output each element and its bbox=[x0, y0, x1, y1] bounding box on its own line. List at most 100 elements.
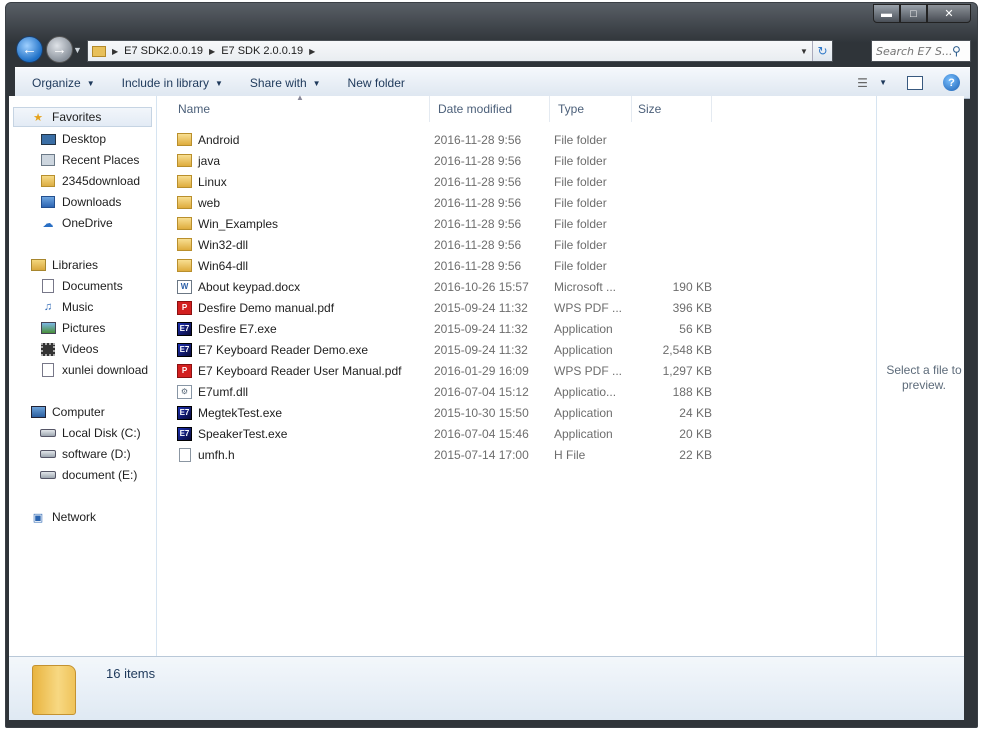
chevron-right-icon[interactable]: ▶ bbox=[209, 47, 215, 56]
file-size: 22 KB bbox=[679, 447, 712, 462]
file-name-cell: java bbox=[177, 150, 424, 171]
file-name-cell: E7 Desfire E7.exe bbox=[177, 318, 424, 339]
refresh-icon[interactable]: ↻ bbox=[812, 41, 832, 61]
organize-button[interactable]: Organize ▼ bbox=[23, 76, 104, 90]
sidebar-item-documents[interactable]: Documents bbox=[9, 276, 156, 296]
file-name: Linux bbox=[198, 174, 227, 189]
sidebar-item-onedrive[interactable]: ☁ OneDrive bbox=[9, 213, 156, 233]
folder-icon bbox=[177, 133, 192, 146]
file-list: ▲ Name Date modified Type Size Android 20… bbox=[158, 93, 876, 656]
file-row[interactable]: E7 MegtekTest.exe 2015-10-30 15:50 Applicat… bbox=[170, 402, 712, 423]
search-input[interactable] bbox=[872, 44, 952, 58]
file-date-modified: 2016-11-28 9:56 bbox=[434, 258, 522, 273]
file-row[interactable]: Win32-dll 2016-11-28 9:56 File folder bbox=[170, 234, 710, 255]
sidebar-item-local-disk-c[interactable]: Local Disk (C:) bbox=[9, 423, 156, 443]
column-header-type[interactable]: Type bbox=[552, 96, 632, 122]
file-row[interactable]: Linux 2016-11-28 9:56 File folder bbox=[170, 171, 710, 192]
view-options-icon[interactable]: ☰ bbox=[857, 76, 873, 90]
file-row[interactable]: umfh.h 2015-07-14 17:00 H File 22 KB bbox=[170, 444, 712, 465]
address-bar[interactable]: ▶ E7 SDK2.0.0.19 ▶ E7 SDK 2.0.0.19 ▶ ▼ ↻ bbox=[87, 40, 833, 62]
item-count: 16 items bbox=[106, 666, 156, 681]
file-size: 2,548 KB bbox=[662, 342, 712, 357]
file-row[interactable]: E7 SpeakerTest.exe 2016-07-04 15:46 Applica… bbox=[170, 423, 712, 444]
file-row[interactable]: Android 2016-11-28 9:56 File folder bbox=[170, 129, 710, 150]
file-row[interactable]: P Desfire Demo manual.pdf 2015-09-24 11:32… bbox=[170, 297, 712, 318]
file-size bbox=[630, 234, 712, 255]
sidebar-item-recent-places[interactable]: Recent Places bbox=[9, 150, 156, 170]
chevron-right-icon[interactable]: ▶ bbox=[309, 47, 315, 56]
downloads-icon bbox=[41, 196, 55, 208]
sidebar-item-videos[interactable]: Videos bbox=[9, 339, 156, 359]
column-header-date-modified[interactable]: Date modified bbox=[432, 96, 550, 122]
forward-button[interactable]: → bbox=[46, 36, 73, 63]
minimize-button[interactable]: ▬ bbox=[873, 4, 900, 23]
file-date-modified: 2016-11-28 9:56 bbox=[434, 174, 522, 189]
file-name: Win_Examples bbox=[198, 216, 279, 231]
file-name-cell: Linux bbox=[177, 171, 424, 192]
file-date-modified: 2016-11-28 9:56 bbox=[434, 195, 522, 210]
file-row[interactable]: P E7 Keyboard Reader User Manual.pdf 2016-… bbox=[170, 360, 712, 381]
chevron-down-icon[interactable]: ▼ bbox=[879, 78, 887, 87]
sidebar-item-downloads[interactable]: Downloads bbox=[9, 192, 156, 212]
sidebar-item-label: Documents bbox=[62, 279, 123, 293]
file-size bbox=[630, 129, 712, 150]
sidebar-item-network[interactable]: ▣ Network bbox=[9, 507, 156, 527]
address-dropdown-icon[interactable]: ▼ bbox=[796, 41, 812, 61]
sidebar-item-software-d[interactable]: software (D:) bbox=[9, 444, 156, 464]
sidebar-item-xunlei-download[interactable]: xunlei download bbox=[9, 360, 156, 380]
sidebar-item-computer[interactable]: Computer bbox=[9, 402, 156, 422]
word-document-icon: W bbox=[177, 279, 192, 294]
pdf-icon: P bbox=[177, 300, 192, 315]
file-row[interactable]: E7 Desfire E7.exe 2015-09-24 11:32 Applicat… bbox=[170, 318, 712, 339]
address-controls: ▼ ↻ bbox=[796, 41, 832, 61]
file-row[interactable]: Win64-dll 2016-11-28 9:56 File folder bbox=[170, 255, 710, 276]
share-with-button[interactable]: Share with ▼ bbox=[241, 76, 330, 90]
sidebar-item-label: Downloads bbox=[62, 195, 122, 209]
column-header-name[interactable]: Name bbox=[172, 96, 430, 122]
hard-disk-icon bbox=[40, 471, 56, 479]
sidebar-item-pictures[interactable]: Pictures bbox=[9, 318, 156, 338]
maximize-button[interactable]: □ bbox=[900, 4, 927, 23]
file-name-cell: P Desfire Demo manual.pdf bbox=[177, 297, 424, 318]
sidebar-item-favorites[interactable]: ★ Favorites bbox=[13, 107, 152, 127]
file-size bbox=[630, 255, 712, 276]
folder-icon bbox=[177, 154, 192, 167]
file-row[interactable]: ⚙ E7umf.dll 2016-07-04 15:12 Applicatio... 1… bbox=[170, 381, 712, 402]
file-size: 24 KB bbox=[679, 405, 712, 420]
new-folder-button[interactable]: New folder bbox=[339, 76, 414, 90]
breadcrumb-item[interactable]: E7 SDK 2.0.0.19 bbox=[221, 45, 303, 57]
file-date-modified: 2016-10-26 15:57 bbox=[434, 279, 529, 294]
pictures-icon bbox=[40, 322, 56, 334]
file-row[interactable]: E7 E7 Keyboard Reader Demo.exe 2015-09-24 … bbox=[170, 339, 712, 360]
file-row[interactable]: java 2016-11-28 9:56 File folder bbox=[170, 150, 710, 171]
pdf-icon: P bbox=[177, 363, 192, 378]
file-date-modified: 2015-07-14 17:00 bbox=[434, 447, 529, 462]
file-name-cell: Win64-dll bbox=[177, 255, 424, 276]
file-type: File folder bbox=[554, 216, 607, 231]
sidebar-item-music[interactable]: ♫ Music bbox=[9, 297, 156, 317]
navigation-bar: ← → ▼ ▶ E7 SDK2.0.0.19 ▶ E7 SDK 2.0.0.19… bbox=[6, 33, 977, 67]
search-icon[interactable]: ⚲ bbox=[952, 44, 961, 58]
text-file-icon bbox=[179, 447, 191, 462]
chevron-right-icon[interactable]: ▶ bbox=[112, 47, 118, 56]
file-row[interactable]: W About keypad.docx 2016-10-26 15:57 Micros… bbox=[170, 276, 712, 297]
close-button[interactable]: ✕ bbox=[927, 4, 971, 23]
column-header-size[interactable]: Size bbox=[632, 96, 712, 122]
file-type: File folder bbox=[554, 195, 607, 210]
sidebar-item-libraries[interactable]: Libraries bbox=[9, 255, 156, 275]
recent-pages-dropdown-icon[interactable]: ▼ bbox=[73, 45, 82, 55]
file-name: web bbox=[198, 195, 221, 210]
file-row[interactable]: web 2016-11-28 9:56 File folder bbox=[170, 192, 710, 213]
file-size: 190 KB bbox=[672, 279, 712, 294]
hard-disk-icon bbox=[40, 429, 56, 437]
sidebar-item-desktop[interactable]: Desktop bbox=[9, 129, 156, 149]
file-row[interactable]: Win_Examples 2016-11-28 9:56 File folder bbox=[170, 213, 710, 234]
include-in-library-button[interactable]: Include in library ▼ bbox=[113, 76, 232, 90]
sidebar-item-document-e[interactable]: document (E:) bbox=[9, 465, 156, 485]
help-icon[interactable]: ? bbox=[943, 74, 960, 91]
breadcrumb-item[interactable]: E7 SDK2.0.0.19 bbox=[124, 45, 203, 57]
back-button[interactable]: ← bbox=[16, 36, 43, 63]
sidebar-item-2345download[interactable]: 2345download bbox=[9, 171, 156, 191]
file-size: 20 KB bbox=[679, 426, 712, 441]
preview-pane-icon[interactable] bbox=[907, 75, 923, 90]
